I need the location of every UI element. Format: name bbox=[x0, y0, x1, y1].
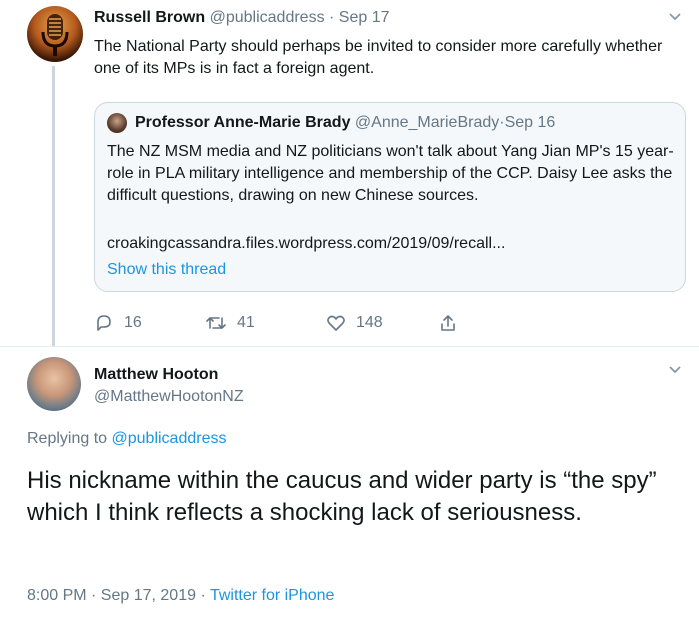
retweet-count: 41 bbox=[237, 314, 255, 331]
quoted-author-handle: @Anne_MarieBrady bbox=[354, 114, 500, 131]
tweet-source[interactable]: Twitter for iPhone bbox=[210, 587, 335, 604]
quoted-date: Sep 16 bbox=[504, 114, 556, 131]
tweet-meta: 8:00 PM · Sep 17, 2019 · Twitter for iPh… bbox=[27, 587, 334, 605]
reply-button[interactable]: 16 bbox=[94, 313, 142, 333]
chevron-down-icon[interactable] bbox=[668, 363, 682, 380]
replying-to-label: Replying to bbox=[27, 430, 112, 447]
quoted-tweet-text: The NZ MSM media and NZ politicians won'… bbox=[107, 143, 674, 204]
tweet-text: His nickname within the caucus and wider… bbox=[27, 467, 657, 526]
tweet-header: Russell Brown @publicaddress · Sep 17 bbox=[94, 9, 390, 27]
quoted-tweet-card[interactable]: Professor Anne-Marie Brady @Anne_MarieBr… bbox=[94, 102, 686, 292]
quoted-author-name: Professor Anne-Marie Brady bbox=[135, 114, 351, 131]
tweet-matthew-hooton: Matthew Hooton @MatthewHootonNZ Replying… bbox=[0, 347, 699, 620]
tweet-russell-brown[interactable]: Russell Brown @publicaddress · Sep 17 Th… bbox=[0, 0, 699, 346]
author-handle[interactable]: @MatthewHootonNZ bbox=[94, 388, 244, 406]
show-thread-link[interactable]: Show this thread bbox=[107, 261, 226, 279]
thread-connector-line bbox=[52, 66, 55, 346]
avatar-matthew-hooton[interactable] bbox=[27, 357, 81, 411]
tweet-date[interactable]: Sep 17 bbox=[339, 9, 390, 26]
author-handle[interactable]: @publicaddress bbox=[210, 9, 325, 26]
like-count: 148 bbox=[356, 314, 383, 331]
author-name[interactable]: Russell Brown bbox=[94, 9, 205, 26]
avatar-russell-brown[interactable] bbox=[27, 6, 83, 62]
share-button[interactable] bbox=[438, 313, 468, 333]
reply-icon bbox=[97, 315, 111, 331]
author-name[interactable]: Matthew Hooton bbox=[94, 366, 218, 384]
replying-to: Replying to @publicaddress bbox=[27, 430, 226, 448]
heart-icon bbox=[327, 315, 345, 331]
tweet-text: The National Party should perhaps be inv… bbox=[94, 38, 663, 77]
like-button[interactable]: 148 bbox=[326, 313, 383, 333]
retweet-icon bbox=[206, 317, 226, 329]
quoted-link[interactable]: croakingcassandra.files.wordpress.com/20… bbox=[107, 235, 505, 253]
avatar-anne-marie-brady bbox=[107, 113, 127, 133]
reply-count: 16 bbox=[124, 314, 142, 331]
tweet-timestamp[interactable]: 8:00 PM · Sep 17, 2019 · bbox=[27, 587, 210, 604]
quoted-tweet-header: Professor Anne-Marie Brady @Anne_MarieBr… bbox=[107, 113, 555, 133]
separator-dot: · bbox=[324, 9, 339, 26]
microphone-icon bbox=[41, 14, 69, 56]
chevron-down-icon[interactable] bbox=[668, 10, 682, 27]
retweet-button[interactable]: 41 bbox=[205, 313, 255, 333]
replying-to-handle[interactable]: @publicaddress bbox=[112, 430, 227, 447]
share-icon bbox=[441, 315, 455, 331]
